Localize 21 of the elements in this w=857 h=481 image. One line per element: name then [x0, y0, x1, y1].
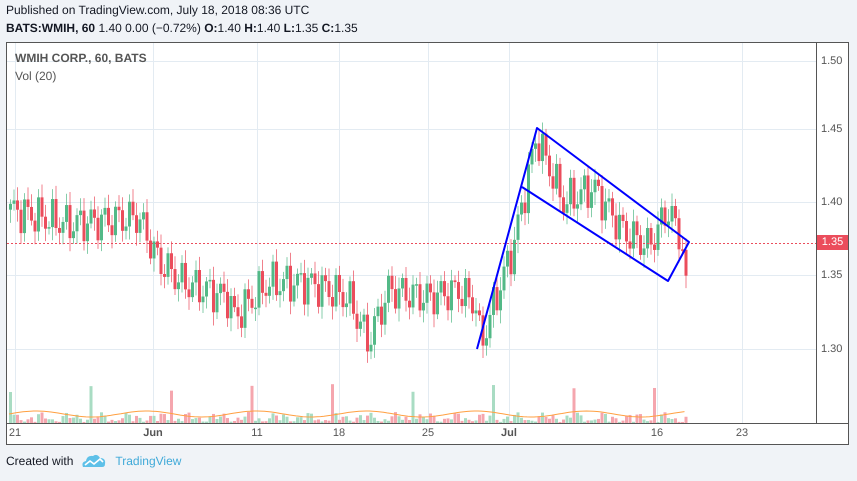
time-tick-label: 18 [332, 427, 346, 439]
price-tick-label: 1.45 [821, 122, 842, 136]
symbol-quote-line: BATS:WMIH, 60 1.40 0.00 (−0.72%) O:1.40 H:1.40 L:1.35 C:1.35 [6, 20, 359, 37]
time-tick-label: Jul [500, 427, 518, 439]
time-tick-label: Jun [142, 427, 164, 439]
published-caption: Published on TradingView.com, July 18, 2018 08:36 UTC [6, 2, 310, 19]
tradingview-link[interactable]: TradingView [115, 454, 182, 468]
time-tick-label: 11 [250, 427, 264, 439]
price-tick-label: 1.50 [821, 54, 842, 68]
price-tick-label: 1.40 [821, 195, 842, 209]
time-tick-label: 16 [650, 427, 664, 439]
created-with-text: Created with [6, 454, 74, 468]
time-tick-label: 23 [734, 427, 750, 439]
symbol-legend-title: WMIH CORP., 60, BATS [15, 51, 147, 65]
last-price-label: 1.35 [817, 235, 848, 250]
price-tick-label: 1.30 [821, 342, 842, 356]
bull-flag-drawing[interactable] [476, 127, 690, 350]
time-tick-label: 21 [8, 427, 22, 439]
time-tick-label: 25 [420, 427, 436, 439]
price-tick-label: 1.35 [821, 268, 842, 282]
volume-legend-label: Vol (20) [15, 69, 56, 83]
